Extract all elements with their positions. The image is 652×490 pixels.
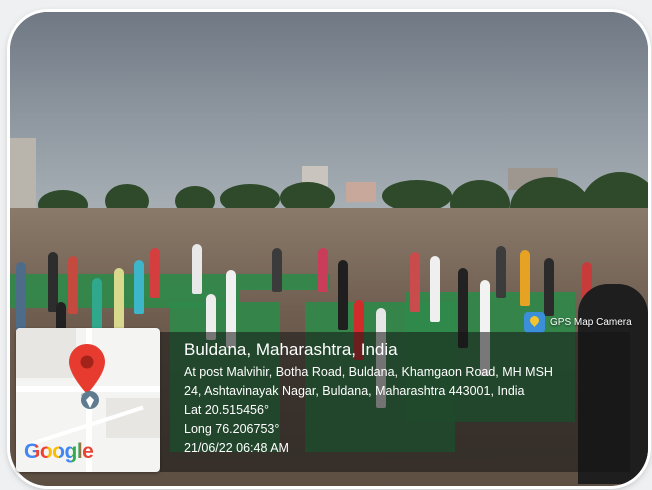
map-block [16,328,76,378]
google-logo: Google [24,440,94,464]
address-line-1: At post Malvihir, Botha Road, Buldana, K… [184,365,553,379]
yoga-mat [240,274,330,290]
gps-map-camera-label: GPS Map Camera [550,317,632,328]
person [318,248,328,292]
person [272,248,282,292]
person [16,262,26,332]
person [410,252,420,312]
person [544,258,554,316]
person [192,244,202,294]
person [134,260,144,314]
map-thumbnail[interactable]: Google [16,328,160,472]
person [114,268,124,334]
person [496,246,506,298]
person [520,250,530,306]
gps-map-camera-icon [524,312,545,333]
google-logo-text: Google [24,440,94,463]
building [10,138,36,218]
building [346,182,376,202]
location-title: Buldana, Maharashtra, India [184,340,398,359]
location-info-panel: Buldana, Maharashtra, India At post Malv… [160,332,630,472]
datetime: 21/06/22 06:48 AM [184,441,289,455]
address-line-2: 24, Ashtavinayak Nagar, Buldana, Maharas… [184,384,525,398]
street-view-icon [81,391,99,409]
person [430,256,440,322]
person [150,248,160,298]
longitude: Long 76.206753° [184,422,280,436]
person [338,260,348,330]
latitude: Lat 20.515456° [184,403,269,417]
gps-map-camera-badge: GPS Map Camera [524,312,632,333]
person [68,256,78,314]
